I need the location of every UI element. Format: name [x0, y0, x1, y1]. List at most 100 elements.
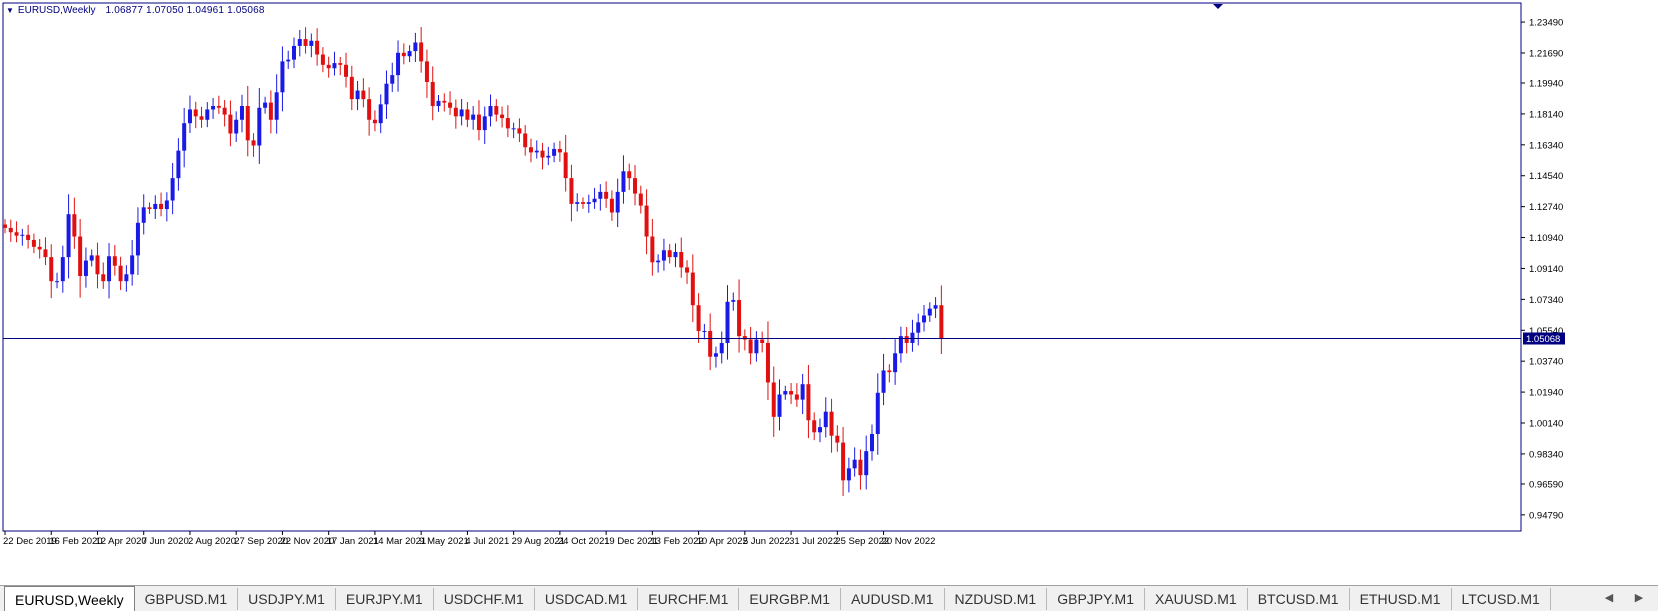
candle-body [263, 102, 268, 108]
tab-ethusd-m1[interactable]: ETHUSD.M1 [1350, 588, 1452, 610]
candle-body [8, 227, 13, 233]
tab-gbpusd-m1[interactable]: GBPUSD.M1 [135, 588, 239, 610]
candle-body [835, 435, 840, 443]
candle-body [673, 251, 678, 258]
candle-body [338, 63, 343, 65]
candle-body [245, 106, 250, 141]
chart-shift-marker-icon[interactable] [1213, 4, 1223, 9]
candle-body [893, 353, 898, 373]
y-tick-label: 1.23490 [1529, 18, 1563, 29]
y-tick-label: 1.03740 [1529, 357, 1563, 368]
candle-body [20, 234, 25, 236]
candle-body [864, 451, 869, 476]
candle-body [459, 109, 464, 117]
candle-body [742, 336, 747, 340]
candle-body [633, 178, 638, 194]
candle-body [858, 459, 863, 476]
candle-body [737, 300, 742, 337]
y-tick-label: 1.09140 [1529, 264, 1563, 275]
chart-area[interactable]: 1.23490 1.21690 1.19940 1.18140 1.16340 1.145… [0, 0, 1658, 584]
candle-body [164, 200, 169, 210]
y-tick-label: 0.96590 [1529, 479, 1563, 490]
y-tick-label: 1.19940 [1529, 79, 1563, 90]
candle-body [661, 250, 666, 261]
candle-body [656, 260, 661, 263]
symbol-label: EURUSD,Weekly [17, 5, 96, 16]
candle-body [83, 260, 88, 277]
candle-body [43, 249, 48, 258]
candle-body [679, 251, 684, 268]
tab-eurchf-m1[interactable]: EURCHF.M1 [638, 588, 740, 610]
candle-body [344, 64, 349, 77]
candle-body [228, 114, 233, 134]
candle-body [396, 52, 401, 76]
candle-body [783, 391, 788, 395]
tab-eurjpy-m1[interactable]: EURJPY.M1 [336, 588, 434, 610]
candle-body [124, 274, 129, 282]
candle-body [540, 150, 545, 158]
candle-body [199, 116, 204, 120]
x-tick-label: 31 Jul 2022 [789, 536, 838, 547]
tab-eurusd-weekly[interactable]: EURUSD,Weekly [4, 586, 135, 611]
x-tick-label: 9 May 2021 [419, 536, 469, 547]
candle-body [66, 214, 71, 258]
tab-usdcad-m1[interactable]: USDCAD.M1 [535, 588, 639, 610]
x-tick-label: 17 Jan 2021 [327, 536, 379, 547]
candle-body [517, 128, 522, 134]
candle-body [887, 370, 892, 373]
candle-body [390, 75, 395, 84]
tab-usdchf-m1[interactable]: USDCHF.M1 [434, 588, 535, 610]
candle-body [719, 342, 724, 354]
candle-body [488, 106, 493, 117]
candle-body [448, 102, 453, 108]
candle-body [55, 281, 60, 283]
candle-body [904, 336, 909, 343]
candle-body [812, 420, 817, 433]
tab-xauusd-m1[interactable]: XAUUSD.M1 [1145, 588, 1248, 610]
candle-body [251, 140, 256, 146]
candle-body [800, 384, 805, 400]
candle-body [297, 39, 302, 46]
candle-body [268, 102, 273, 120]
candle-body [286, 59, 291, 62]
candle-body [413, 42, 418, 52]
candle-body [153, 203, 158, 210]
y-tick-label: 0.94790 [1529, 510, 1563, 521]
y-tick-label: 1.01940 [1529, 388, 1563, 399]
candle-body [320, 54, 325, 65]
tab-eurgbp-m1[interactable]: EURGBP.M1 [739, 588, 842, 610]
candle-body [505, 118, 510, 129]
ohlc-readout: 1.06877 1.07050 1.04961 1.05068 [105, 5, 265, 16]
collapse-triangle-icon[interactable]: ▼ [6, 6, 14, 15]
tab-gbpjpy-m1[interactable]: GBPJPY.M1 [1047, 588, 1145, 610]
candle-body [216, 106, 221, 108]
candle-body [494, 106, 499, 115]
candle-body [881, 370, 886, 393]
tab-ltcusd-m1[interactable]: LTCUSD.M1 [1452, 588, 1551, 610]
candle-body [557, 148, 562, 153]
tab-audusd-m1[interactable]: AUDUSD.M1 [841, 588, 945, 610]
candle-body [667, 250, 672, 258]
tab-btcusd-m1[interactable]: BTCUSD.M1 [1248, 588, 1350, 610]
candle-body [528, 147, 533, 153]
x-tick-label: 10 Apr 2022 [697, 536, 748, 547]
x-tick-label: 2 Aug 2020 [188, 536, 236, 547]
candle-body [424, 61, 429, 82]
candlestick-chart[interactable]: 1.23490 1.21690 1.19940 1.18140 1.16340 1.145… [0, 0, 1658, 584]
x-tick-label: 5 Jun 2022 [743, 536, 790, 547]
candle-body [101, 274, 106, 282]
candle-body [37, 246, 42, 250]
candle-body [407, 51, 412, 57]
candle-body [372, 119, 377, 124]
scroll-right-icon[interactable]: ▶ [1630, 588, 1648, 608]
candle-body [239, 106, 244, 120]
scroll-left-icon[interactable]: ◀ [1600, 588, 1618, 608]
candle-body [789, 391, 794, 395]
tab-nzdusd-m1[interactable]: NZDUSD.M1 [945, 588, 1048, 610]
y-tick-label: 1.16340 [1529, 140, 1563, 151]
candle-body [3, 224, 7, 228]
tab-usdjpy-m1[interactable]: USDJPY.M1 [238, 588, 336, 610]
candle-body [222, 107, 227, 115]
y-tick-label: 1.07340 [1529, 295, 1563, 306]
candle-body [349, 76, 354, 100]
